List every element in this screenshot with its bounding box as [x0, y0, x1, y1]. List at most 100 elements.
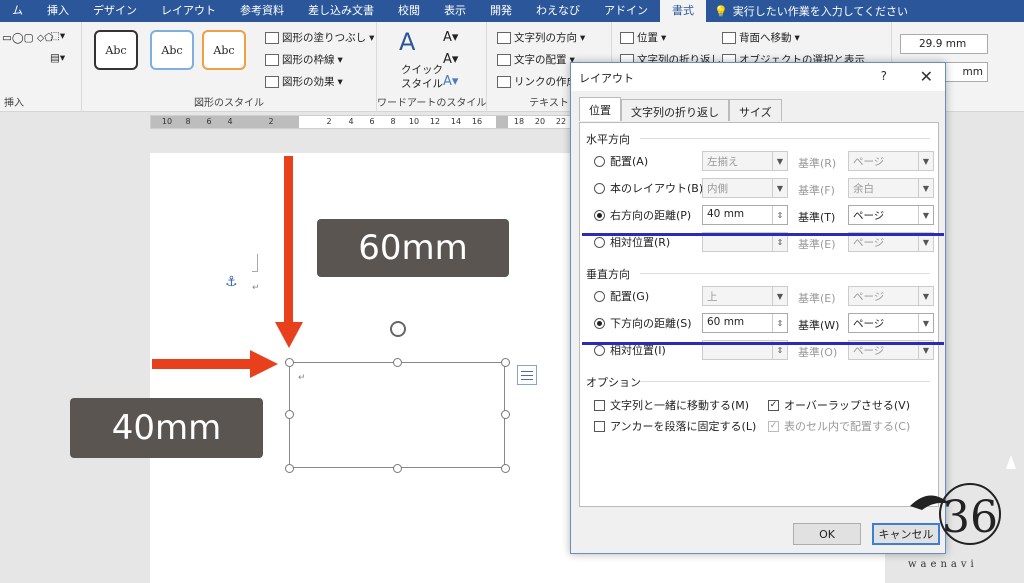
horizontal-arrow-head: [250, 350, 278, 378]
h-book-base-value: 余白: [853, 183, 874, 195]
h-base-select[interactable]: ページ ▼: [848, 151, 934, 171]
tab-insert[interactable]: 挿入: [35, 0, 81, 22]
highlight-line-horizontal: [582, 233, 944, 236]
shape-fill-button[interactable]: 図形の塗りつぶし ▾: [265, 30, 374, 45]
tab-review[interactable]: 校閲: [386, 0, 432, 22]
text-box-icon[interactable]: ▤▾: [50, 52, 65, 64]
checkbox-checked[interactable]: ✓: [768, 399, 779, 411]
v-row-absolute[interactable]: 下方向の距離(S): [594, 312, 718, 334]
send-backward-label: 背面へ移動: [739, 32, 792, 44]
h-book-value: 内側: [707, 183, 728, 195]
tab-developer[interactable]: 開発: [478, 0, 524, 22]
h-absolute-base-select[interactable]: ページ ▼: [848, 205, 934, 225]
tab-mailings[interactable]: 差し込み文書: [296, 0, 386, 22]
rotate-handle-icon[interactable]: [390, 321, 406, 337]
tab-text-wrapping[interactable]: 文字列の折り返し: [621, 99, 729, 121]
radio-button[interactable]: [594, 182, 605, 194]
resize-handle[interactable]: [285, 410, 294, 419]
ruler-num: 6: [206, 117, 212, 126]
create-link-button[interactable]: リンクの作成: [497, 74, 577, 89]
v-absolute-base-select[interactable]: ページ ▼: [848, 313, 934, 333]
height-input[interactable]: 29.9 mm: [900, 34, 988, 54]
radio-button[interactable]: [594, 290, 605, 302]
ribbon-tab-bar: ム 挿入 デザイン レイアウト 参考資料 差し込み文書 校閲 表示 開発 わえな…: [0, 0, 1024, 22]
v-absolute-base-label: 基準(W): [798, 319, 840, 332]
tab-home[interactable]: ム: [0, 0, 35, 22]
resize-handle[interactable]: [501, 464, 510, 473]
radio-button[interactable]: [594, 344, 605, 356]
resize-handle[interactable]: [393, 464, 402, 473]
text-direction-label: 文字列の方向: [514, 32, 577, 44]
shape-effect-button[interactable]: 図形の効果 ▾: [265, 74, 343, 89]
style-sample-1[interactable]: Abc: [94, 30, 138, 70]
resize-handle[interactable]: [501, 358, 510, 367]
tab-view[interactable]: 表示: [432, 0, 478, 22]
position-label: 位置: [637, 32, 658, 44]
h-book-select[interactable]: 内側 ▼: [702, 178, 788, 198]
layout-options-icon[interactable]: [517, 365, 537, 385]
shape-gallery[interactable]: ▭◯▢ ⬦⬠: [2, 32, 53, 45]
text-direction-button[interactable]: 文字列の方向 ▾: [497, 30, 585, 45]
v-row-alignment[interactable]: 配置(G): [594, 285, 718, 307]
anchor-icon[interactable]: ⚓: [225, 274, 238, 290]
checkbox[interactable]: [594, 420, 605, 432]
checkbox-checked[interactable]: ✓: [768, 420, 779, 432]
layout-in-table-option[interactable]: ✓ 表のセル内で配置する(C): [768, 415, 910, 437]
tab-waenavi[interactable]: わえなび: [524, 0, 592, 22]
v-absolute-input[interactable]: 60 mm ⇕: [702, 313, 788, 333]
horizontal-heading: 水平方向: [586, 133, 630, 146]
spinner-icon[interactable]: ⇕: [772, 314, 787, 332]
shape-outline-button[interactable]: 図形の枠線 ▾: [265, 52, 343, 67]
tab-format[interactable]: 書式: [660, 0, 706, 22]
quick-style-icon[interactable]: A: [399, 28, 415, 56]
text-effect-icon[interactable]: A▾: [443, 74, 458, 89]
chevron-down-icon: ▼: [918, 179, 933, 197]
tab-design[interactable]: デザイン: [81, 0, 149, 22]
tab-layout[interactable]: レイアウト: [149, 0, 228, 22]
ok-button[interactable]: OK: [793, 523, 861, 545]
radio-button-selected[interactable]: [594, 209, 605, 221]
vertical-arrow: [284, 156, 293, 326]
edit-shape-icon[interactable]: ⬚▾: [50, 30, 65, 42]
text-align-button[interactable]: 文字の配置 ▾: [497, 52, 575, 67]
text-outline-icon[interactable]: A▾: [443, 52, 458, 67]
resize-handle[interactable]: [393, 358, 402, 367]
allow-overlap-option[interactable]: ✓ オーバーラップさせる(V): [768, 394, 910, 416]
help-icon[interactable]: ?: [881, 69, 887, 83]
logo-emblem: 36: [910, 483, 1001, 545]
spinner-icon[interactable]: ⇕: [772, 206, 787, 224]
tell-me-box[interactable]: 💡 実行したい作業を入力してください: [706, 3, 908, 19]
radio-button[interactable]: [594, 155, 605, 167]
position-button[interactable]: 位置 ▾: [620, 30, 666, 45]
ruler-num: 16: [471, 117, 483, 126]
h-row-alignment[interactable]: 配置(A): [594, 150, 718, 172]
text-fill-icon[interactable]: A▾: [443, 30, 458, 45]
h-base-label: 基準(R): [798, 157, 837, 170]
chevron-down-icon: ▼: [918, 206, 933, 224]
resize-handle[interactable]: [501, 410, 510, 419]
h-alignment-select[interactable]: 左揃え ▼: [702, 151, 788, 171]
radio-button-selected[interactable]: [594, 317, 605, 329]
text-box-shape[interactable]: ↵: [289, 362, 505, 468]
style-sample-2[interactable]: Abc: [150, 30, 194, 70]
h-absolute-input[interactable]: 40 mm ⇕: [702, 205, 788, 225]
tab-addins[interactable]: アドイン: [592, 0, 660, 22]
tab-references[interactable]: 参考資料: [228, 0, 296, 22]
resize-handle[interactable]: [285, 464, 294, 473]
send-backward-icon: [722, 31, 736, 44]
close-icon[interactable]: ✕: [920, 67, 933, 86]
v-base-select[interactable]: ページ ▼: [848, 286, 934, 306]
lock-anchor-option[interactable]: アンカーを段落に固定する(L): [594, 415, 756, 437]
move-with-text-option[interactable]: 文字列と一緒に移動する(M): [594, 394, 749, 416]
h-row-book-layout[interactable]: 本のレイアウト(B): [594, 177, 718, 199]
style-sample-3[interactable]: Abc: [202, 30, 246, 70]
tab-position[interactable]: 位置: [579, 97, 621, 121]
send-backward-button[interactable]: 背面へ移動 ▾: [722, 30, 800, 45]
checkbox[interactable]: [594, 399, 605, 411]
radio-button[interactable]: [594, 236, 605, 248]
h-row-absolute[interactable]: 右方向の距離(P): [594, 204, 718, 226]
v-alignment-select[interactable]: 上 ▼: [702, 286, 788, 306]
tab-size[interactable]: サイズ: [729, 99, 782, 121]
resize-handle[interactable]: [285, 358, 294, 367]
h-book-base-select[interactable]: 余白 ▼: [848, 178, 934, 198]
